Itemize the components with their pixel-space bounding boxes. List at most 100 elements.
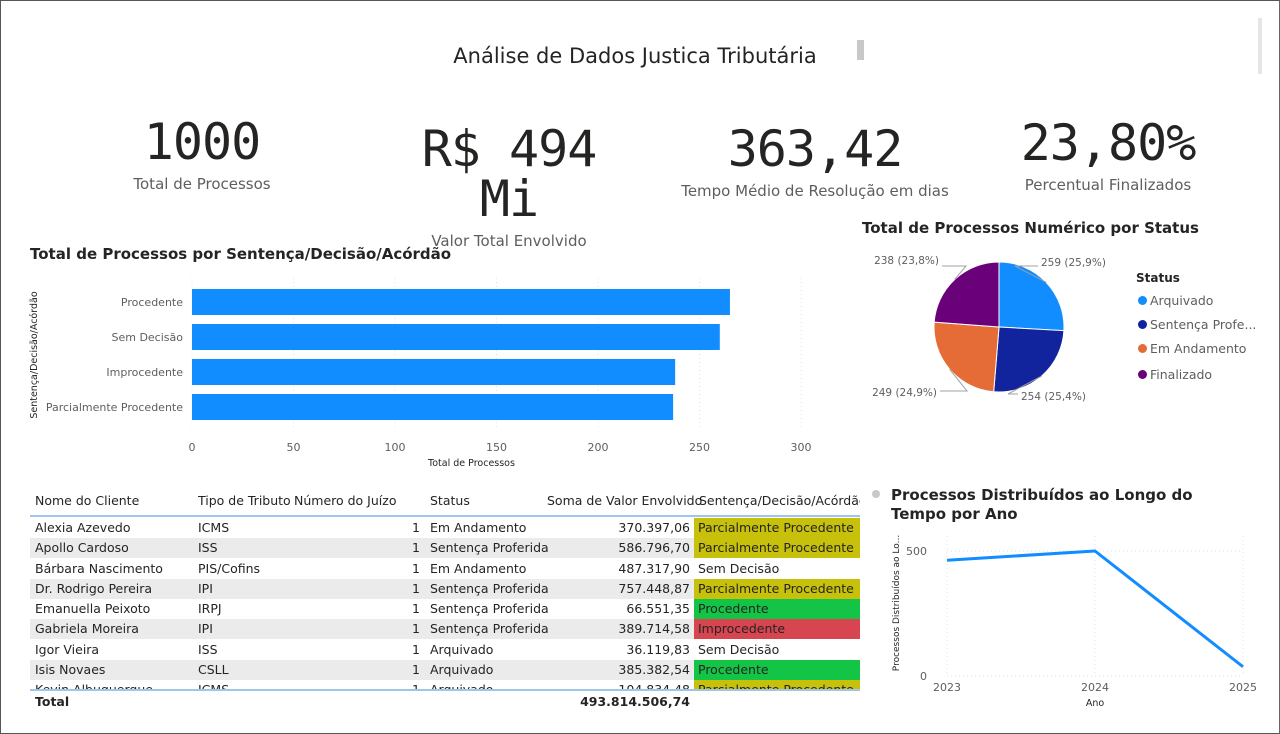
cell-tributo: ISS	[198, 641, 218, 657]
cell-cliente: Bárbara Nascimento	[35, 560, 163, 576]
cell-tributo: IRPJ	[198, 601, 222, 616]
cell-juizo: 1	[412, 580, 420, 596]
header-juizo[interactable]: Número do Juízo	[294, 493, 396, 508]
cell-sentenca: Procedente	[694, 599, 860, 619]
table-row[interactable]: Alexia Azevedo ICMS 1 Em Andamento 370.397,0…	[30, 518, 860, 538]
pie-slice-finalizado	[933, 261, 1000, 328]
cell-cliente: Igor Vieira	[35, 641, 100, 657]
table-row[interactable]: Emanuella Peixoto IRPJ 1 Sentença Proferida…	[30, 599, 860, 619]
legend-dot	[1138, 296, 1147, 305]
header-status[interactable]: Status	[430, 493, 470, 508]
legend-label: Sentença Profe...	[1150, 317, 1257, 332]
cell-valor: 586.796,70	[618, 540, 690, 556]
header-tributo[interactable]: Tipo de Tributo	[198, 493, 291, 508]
cell-status: Em Andamento	[430, 520, 527, 535]
bar-category-label: Procedente	[121, 296, 183, 309]
cell-cliente: Emanuella Peixoto	[35, 601, 151, 616]
kpi-label: Tempo Médio de Resolução em dias	[681, 182, 949, 200]
kpi-label: Total de Processos	[133, 175, 271, 193]
cell-juizo: 1	[412, 601, 420, 616]
cell-juizo: 1	[412, 661, 420, 677]
cell-juizo: 1	[412, 520, 420, 535]
kpi-tempo-medio: 363,42 Tempo Médio de Resolução em dias	[680, 124, 950, 200]
kpi-value: 23,80%	[1020, 114, 1197, 172]
bar-parcialmente-procedente	[192, 394, 674, 420]
bar-x-tick-label: 250	[689, 441, 710, 454]
cell-tributo: CSLL	[198, 661, 229, 677]
bar-category-label: Improcedente	[106, 366, 183, 379]
pie-legend-title: Status	[1136, 271, 1180, 285]
kpi-percentual-finalizados: 23,80% Percentual Finalizados	[1008, 118, 1208, 194]
bar-sem-decis-o	[192, 324, 720, 350]
kpi-valor-total: R$ 494 Mi Valor Total Envolvido	[384, 124, 634, 250]
cell-valor: 370.397,06	[618, 520, 690, 535]
bar-x-tick-label: 50	[287, 441, 301, 454]
table-header: Nome do Cliente Tipo de Tributo Número d…	[30, 488, 860, 517]
cell-status: Sentença Proferida	[430, 540, 549, 556]
header-valor[interactable]: Soma de Valor Envolvido	[547, 493, 702, 508]
cell-tributo: IPI	[198, 580, 213, 596]
table-total-row: Total 493.814.506,74	[30, 689, 860, 713]
cell-juizo: 1	[412, 621, 420, 637]
legend-item-finalizado[interactable]: Finalizado	[1138, 367, 1212, 382]
line-x-tick-label: 2024	[1081, 681, 1109, 694]
bar-improcedente	[192, 359, 676, 385]
cell-juizo: 1	[412, 540, 420, 556]
line-chart[interactable]: 0 500 2023 2024 2025 Ano Processos Distribuído…	[880, 530, 1260, 720]
pie-slice-em-andamento	[933, 321, 1000, 393]
bar-y-axis-title: Sentença/Decisão/Acórdão	[29, 291, 40, 418]
cell-tributo: PIS/Cofins	[198, 560, 261, 576]
cell-cliente: Apollo Cardoso	[35, 540, 129, 556]
legend-item-andamento[interactable]: Em Andamento	[1138, 341, 1246, 356]
bar-chart[interactable]: 0 50 100 150 200 250 300 Procedente Sem Decisão I…	[20, 270, 840, 480]
cell-valor: 66.551,35	[626, 601, 690, 616]
cell-sentenca: Sem Decisão	[698, 560, 780, 576]
cell-valor: 757.448,87	[618, 580, 690, 596]
cell-status: Sentença Proferida	[430, 580, 549, 596]
table-row[interactable]: Igor Vieira ISS 1 Arquivado 36.119,83 Sem Dec…	[30, 640, 860, 660]
cell-sentenca: Improcedente	[694, 619, 860, 640]
pie-data-label: 238 (23,8%)	[874, 255, 939, 267]
cell-sentenca: Parcialmente Procedente	[694, 538, 860, 559]
kpi-value: 1000	[143, 113, 261, 171]
legend-item-arquivado[interactable]: Arquivado	[1138, 293, 1213, 308]
pie-chart[interactable]: 259 (25,9%) 254 (25,4%) 249 (24,9%) 238 (23…	[860, 240, 1130, 420]
kpi-label: Percentual Finalizados	[1024, 176, 1192, 194]
table-row[interactable]: Apollo Cardoso ISS 1 Sentença Proferida 586.…	[30, 538, 860, 559]
legend-label: Em Andamento	[1150, 341, 1247, 356]
cell-status: Arquivado	[430, 641, 494, 657]
bar-category-label: Parcialmente Procedente	[46, 401, 183, 414]
table-row[interactable]: Bárbara Nascimento PIS/Cofins 1 Em Andament…	[30, 559, 860, 579]
cell-juizo: 1	[412, 641, 420, 657]
cell-status: Arquivado	[430, 661, 494, 677]
cell-status: Sentença Proferida	[430, 601, 549, 616]
header-cliente[interactable]: Nome do Cliente	[35, 493, 139, 508]
legend-dot	[1138, 370, 1147, 379]
cell-tributo: ICMS	[198, 520, 230, 535]
legend-dot	[1138, 320, 1147, 329]
table-row[interactable]: Dr. Rodrigo Pereira IPI 1 Sentença Proferid…	[30, 578, 860, 599]
kpi-total-processos: 1000 Total de Processos	[112, 117, 292, 193]
legend-label: Arquivado	[1150, 293, 1214, 308]
kpi-value: 363,42	[727, 120, 904, 178]
total-label: Total	[35, 694, 70, 709]
pie-data-label: 249 (24,9%)	[872, 387, 937, 399]
bar-x-tick-label: 300	[791, 441, 812, 454]
pie-slice-senten-a-proferida	[993, 326, 1065, 393]
table-row[interactable]: Gabriela Moreira IPI 1 Sentença Proferida 38…	[30, 619, 860, 640]
legend-label: Finalizado	[1150, 367, 1213, 382]
cell-juizo: 1	[412, 560, 420, 576]
table-row[interactable]: Isis Novaes CSLL 1 Arquivado 385.382,54 Proce…	[30, 659, 860, 680]
processos-table[interactable]: Nome do Cliente Tipo de Tributo Número d…	[30, 488, 860, 714]
cell-cliente: Dr. Rodrigo Pereira	[35, 580, 153, 596]
cell-sentenca: Parcialmente Procedente	[694, 518, 860, 538]
pie-data-label: 254 (25,4%)	[1021, 391, 1086, 403]
bar-procedente	[192, 289, 730, 315]
legend-item-sentenca[interactable]: Sentença Profe...	[1138, 317, 1256, 332]
kpi-value: R$ 494 Mi	[421, 120, 598, 228]
line-y-axis-title: Processos Distribuídos ao Lo...	[892, 535, 902, 671]
header-sentenca[interactable]: Sentença/Decisão/Acórdão	[699, 493, 860, 508]
cell-valor: 36.119,83	[626, 641, 690, 657]
bar-x-tick-label: 100	[385, 441, 406, 454]
cell-cliente: Alexia Azevedo	[35, 520, 131, 535]
